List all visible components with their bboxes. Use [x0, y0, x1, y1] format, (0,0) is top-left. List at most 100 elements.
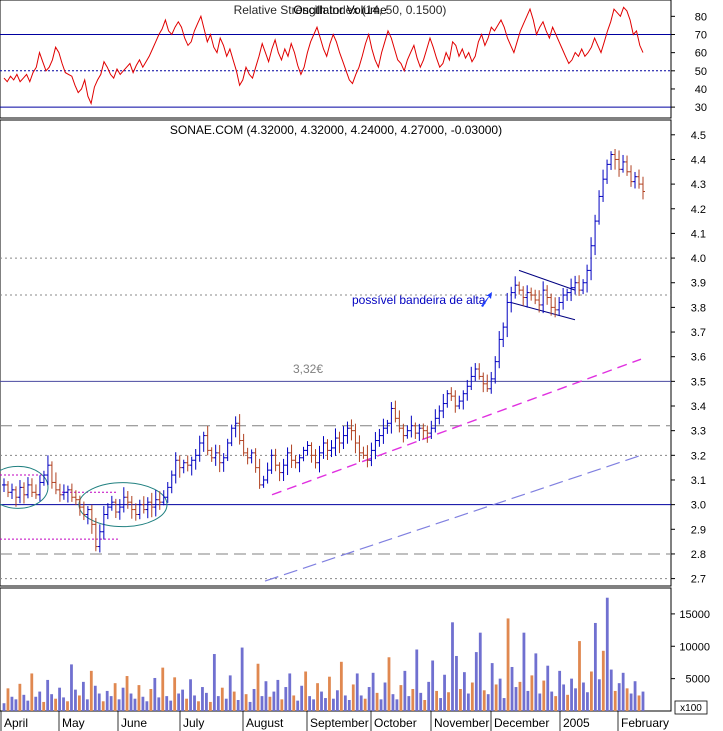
volume-bar [66, 701, 69, 711]
volume-bar [486, 694, 490, 711]
volume-bar [597, 679, 601, 711]
volume-bar [252, 688, 256, 711]
volume-bar [391, 694, 395, 711]
volume-bar [312, 699, 315, 711]
volume-bar [34, 696, 38, 711]
price-panel [0, 119, 672, 587]
volume-bar [490, 663, 494, 711]
volume-bar [506, 618, 510, 711]
volume-bar [54, 698, 57, 711]
volume-bar [177, 693, 181, 711]
volume-bar [129, 693, 133, 711]
volume-bar [613, 690, 617, 711]
volume-bar [268, 696, 272, 711]
volume-bar [459, 688, 462, 711]
volume-bar [165, 696, 169, 711]
volume-bar [351, 684, 355, 711]
volume-bar [304, 671, 308, 711]
volume-bar [121, 687, 125, 711]
volume-bar [30, 673, 34, 711]
volume-bar [50, 694, 54, 711]
volume-bar [145, 701, 149, 711]
volume-bar [439, 698, 442, 711]
volume-bar [578, 641, 581, 711]
volume-bar [625, 688, 629, 711]
volume-bar [46, 679, 50, 711]
volume-bar [419, 692, 423, 711]
rsi-tick-label: 70 [695, 29, 707, 41]
price-tick-label: 4.1 [691, 228, 706, 240]
volume-bar [363, 698, 367, 711]
volume-bar [300, 685, 304, 711]
volume-bar [554, 696, 558, 711]
volume-bar [534, 653, 538, 711]
volume-bar [379, 699, 383, 711]
volume-bar [320, 691, 323, 711]
volume-bar [89, 670, 93, 711]
price-tick-label: 3.6 [691, 352, 706, 364]
volume-bar [367, 687, 371, 711]
price-tick-label: 3.8 [691, 302, 706, 314]
price-annotation-332: 3,32€ [293, 362, 323, 376]
volume-bar [455, 655, 458, 711]
volume-bar [518, 681, 522, 711]
volume-bar [423, 699, 427, 711]
volume-bar [10, 696, 14, 711]
volume-bar [443, 674, 446, 711]
flag-annotation: possível bandeira de alta [352, 293, 486, 307]
volume-bar [220, 687, 224, 711]
volume-bar [526, 690, 530, 711]
volume-bar [470, 682, 474, 711]
volume-bar [466, 693, 470, 711]
price-tick-label: 4.0 [691, 253, 706, 265]
price-tick-label: 4.3 [691, 179, 706, 191]
volume-bar [284, 687, 288, 711]
volume-bar [562, 684, 566, 711]
volume-bar [339, 661, 343, 711]
volume-bar [161, 667, 165, 711]
volume-bar [629, 693, 633, 711]
volume-bar [133, 698, 137, 711]
price-tick-label: 3.2 [691, 450, 706, 462]
volume-bar [101, 701, 105, 711]
volume-bar [514, 687, 518, 711]
volume-bar [74, 689, 77, 711]
volume-bar [590, 671, 593, 711]
volume-bar [256, 663, 260, 711]
volume-bar [609, 669, 613, 711]
volume-bar [42, 701, 46, 711]
volume-bar [447, 692, 450, 711]
volume-bar [62, 697, 65, 711]
volume-bar [482, 690, 486, 711]
volume-bar [332, 698, 335, 711]
volume-bar [308, 696, 312, 711]
volume-bar [347, 699, 351, 711]
volume-bar [411, 688, 415, 711]
volume-bar [117, 699, 121, 711]
volume-bar [38, 691, 42, 711]
volume-bar [324, 698, 327, 711]
volume-bar [244, 694, 248, 711]
rsi-tick-label: 60 [695, 48, 707, 60]
x-axis-label: June [121, 716, 147, 730]
rsi-tick-label: 50 [695, 66, 707, 78]
volume-bar [153, 677, 157, 711]
volume-bar [359, 695, 363, 711]
price-tick-label: 3.0 [691, 500, 706, 512]
x-axis-label: December [494, 716, 549, 730]
volume-bar [355, 673, 359, 711]
volume-bar [272, 691, 276, 711]
chart-canvas: 30 40 50 60 70 80 2.7 2.8 2.9 3.0 3.1 3.2 3.3 3.4 3.5… [0, 0, 710, 731]
volume-bar [189, 679, 192, 711]
volume-bar [2, 703, 6, 711]
volume-bar [248, 701, 252, 711]
price-tick-label: 4.4 [691, 154, 706, 166]
volume-tick-label: 15000 [679, 609, 710, 621]
volume-bar [205, 692, 208, 711]
price-tick-label: 4.5 [691, 130, 706, 142]
price-tick-label: 2.7 [691, 574, 706, 586]
x-axis-label: November [434, 716, 489, 730]
volume-bar [292, 695, 296, 711]
volume-bar [399, 685, 403, 711]
volume-bar [280, 699, 284, 711]
